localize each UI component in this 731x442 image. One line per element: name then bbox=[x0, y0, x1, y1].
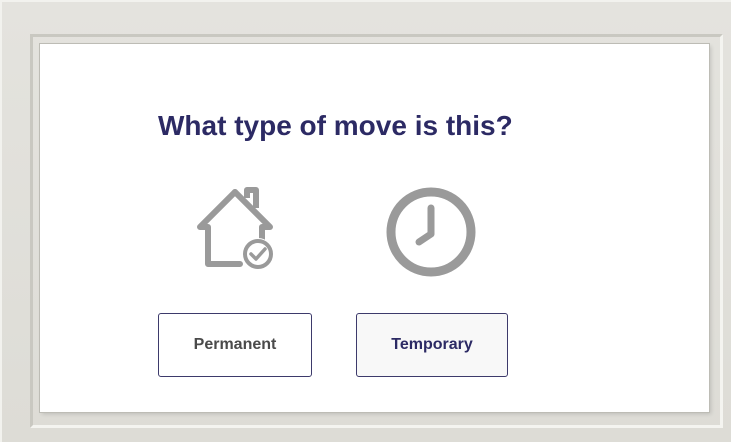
permanent-button[interactable]: Permanent bbox=[158, 313, 312, 377]
clock-icon bbox=[386, 187, 476, 277]
house-check-icon bbox=[197, 187, 274, 270]
move-type-dialog: What type of move is this? Permanent Tem… bbox=[40, 44, 709, 412]
dialog-title: What type of move is this? bbox=[158, 110, 513, 141]
temporary-button[interactable]: Temporary bbox=[356, 313, 508, 377]
